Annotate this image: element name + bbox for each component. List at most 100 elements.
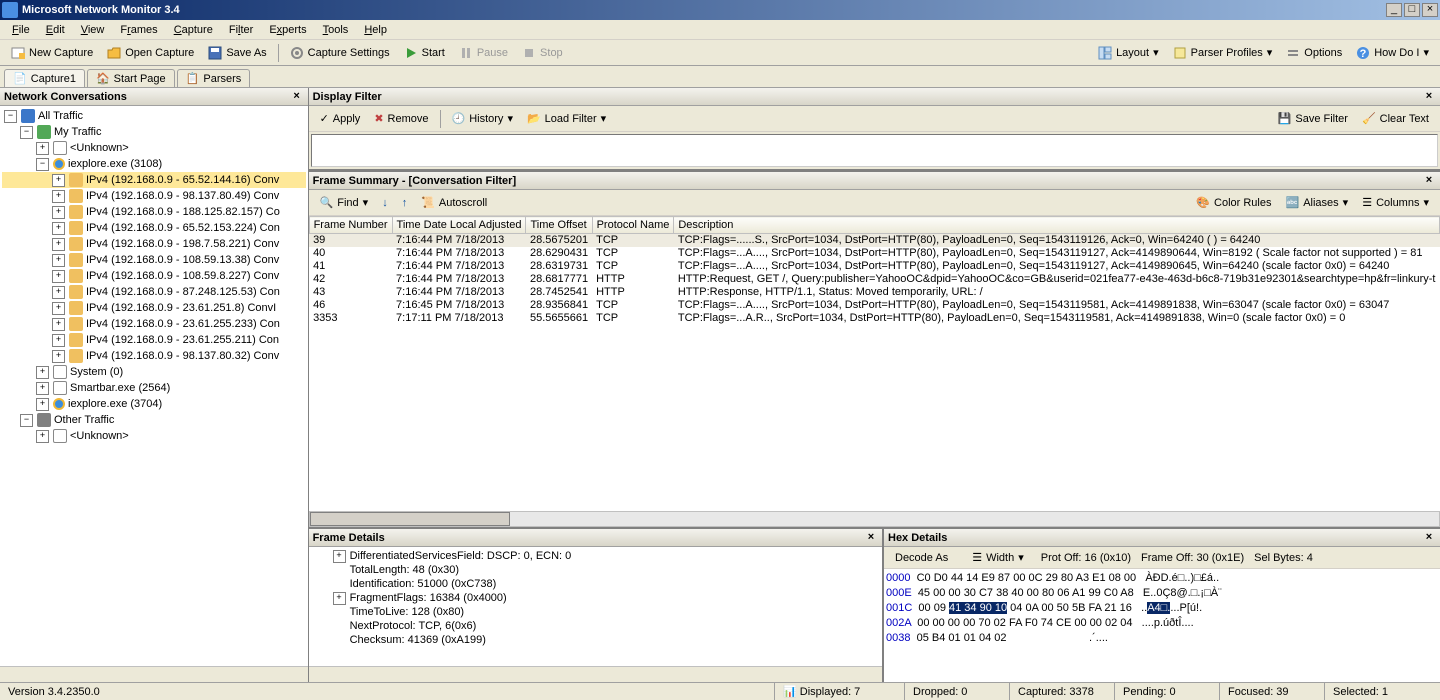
tree-conversation-item[interactable]: +IPv4 (192.168.0.9 - 198.7.58.221) Conv [2,236,306,252]
tree-conversation-item[interactable]: +IPv4 (192.168.0.9 - 87.248.125.53) Con [2,284,306,300]
hex-row[interactable]: 002A 00 00 00 00 70 02 FA F0 74 CE 00 00… [886,616,1438,631]
autoscroll-button[interactable]: 📜 Autoscroll [414,193,494,212]
hex-row[interactable]: 000E 45 00 00 30 C7 38 40 00 80 06 A1 99… [886,586,1438,601]
column-header[interactable]: Frame Number [309,217,392,234]
detail-line[interactable]: +DifferentiatedServicesField: DSCP: 0, E… [311,549,880,563]
tree-toggle[interactable]: + [36,398,49,411]
menu-experts[interactable]: Experts [261,22,314,38]
tree-toggle[interactable]: + [52,238,65,251]
arrow-down-button[interactable]: ↓ [375,194,395,212]
detail-line[interactable]: TotalLength: 48 (0x30) [311,563,880,577]
frame-details-body[interactable]: +DifferentiatedServicesField: DSCP: 0, E… [309,547,882,666]
tree-toggle[interactable]: − [4,110,17,123]
minimize-button[interactable]: _ [1386,3,1402,17]
tree-toggle[interactable]: + [36,382,49,395]
column-header[interactable]: Time Date Local Adjusted [392,217,526,234]
tree-toggle[interactable]: + [52,286,65,299]
filter-text-area[interactable] [311,134,1438,167]
tree-conversation-item[interactable]: +IPv4 (192.168.0.9 - 23.61.251.8) ConvI [2,300,306,316]
tree-toggle[interactable]: + [52,174,65,187]
tree-conversation-item[interactable]: +IPv4 (192.168.0.9 - 98.137.80.49) Conv [2,188,306,204]
menu-view[interactable]: View [73,22,113,38]
hex-row[interactable]: 001C 00 09 41 34 90 10 04 0A 00 50 5B FA… [886,601,1438,616]
capture-settings-button[interactable]: Capture Settings [283,43,397,63]
frame-details-hscroll[interactable] [309,666,882,682]
maximize-button[interactable]: □ [1404,3,1420,17]
tree-conversation-item[interactable]: +IPv4 (192.168.0.9 - 65.52.144.16) Conv [2,172,306,188]
tree-unknown[interactable]: +<Unknown> [2,140,306,156]
table-row[interactable]: 417:16:44 PM 7/18/201328.6319731TCPTCP:F… [309,260,1439,273]
detail-line[interactable]: NextProtocol: TCP, 6(0x6) [311,619,880,633]
frame-summary-hscroll[interactable] [309,511,1440,527]
apply-filter-button[interactable]: ✓ Apply [313,109,368,128]
hex-row[interactable]: 0000 C0 D0 44 14 E9 87 00 0C 29 80 A3 E1… [886,571,1438,586]
clear-text-button[interactable]: 🧹 Clear Text [1355,109,1436,128]
column-header[interactable]: Protocol Name [592,217,674,234]
menu-edit[interactable]: Edit [38,22,73,38]
tree-other-traffic[interactable]: −Other Traffic [2,412,306,428]
tree-toggle[interactable]: + [52,318,65,331]
column-header[interactable]: Description [674,217,1440,234]
tree-toggle[interactable]: − [20,126,33,139]
tree-toggle[interactable]: + [52,254,65,267]
tree-conversation-item[interactable]: +IPv4 (192.168.0.9 - 108.59.8.227) Conv [2,268,306,284]
options-button[interactable]: Options [1279,43,1349,63]
layout-button[interactable]: Layout ▾ [1091,43,1166,63]
column-header[interactable]: Time Offset [526,217,592,234]
tree-conversation-item[interactable]: +IPv4 (192.168.0.9 - 23.61.255.211) Con [2,332,306,348]
detail-line[interactable]: Checksum: 41369 (0xA199) [311,633,880,647]
tree-conversation-item[interactable]: +IPv4 (192.168.0.9 - 108.59.13.38) Conv [2,252,306,268]
tree-toggle[interactable]: + [52,334,65,347]
tab-parsers[interactable]: 📋Parsers [177,69,251,87]
tree-toggle[interactable]: + [36,430,49,443]
menu-capture[interactable]: Capture [166,22,221,38]
hex-row[interactable]: 0038 05 B4 01 01 04 02 .´.... [886,631,1438,646]
find-button[interactable]: 🔍 Find ▾ [313,193,376,212]
tree-toggle[interactable]: + [52,190,65,203]
frame-summary-table[interactable]: Frame NumberTime Date Local AdjustedTime… [309,216,1440,325]
panel-close-button[interactable]: × [864,531,878,545]
tree-iexplore-3704[interactable]: +iexplore.exe (3704) [2,396,306,412]
conversations-tree[interactable]: −All Traffic −My Traffic +<Unknown> −iex… [0,106,308,666]
close-button[interactable]: × [1422,3,1438,17]
load-filter-button[interactable]: 📂 Load Filter ▾ [520,109,613,128]
tree-conversation-item[interactable]: +IPv4 (192.168.0.9 - 98.137.80.32) Conv [2,348,306,364]
tree-toggle[interactable]: − [36,158,49,171]
history-button[interactable]: 🕘 History ▾ [445,109,520,128]
tree-conversation-item[interactable]: +IPv4 (192.168.0.9 - 23.61.255.233) Con [2,316,306,332]
tree-iexplore-3108[interactable]: −iexplore.exe (3108) [2,156,306,172]
tree-toggle[interactable]: + [36,142,49,155]
start-button[interactable]: Start [397,43,452,63]
detail-line[interactable]: Identification: 51000 (0xC738) [311,577,880,591]
tree-conversation-item[interactable]: +IPv4 (192.168.0.9 - 188.125.82.157) Co [2,204,306,220]
tree-toggle[interactable]: + [52,222,65,235]
tree-toggle[interactable]: + [52,302,65,315]
tree-system[interactable]: +System (0) [2,364,306,380]
table-row[interactable]: 407:16:44 PM 7/18/201328.6290431TCPTCP:F… [309,247,1439,260]
remove-filter-button[interactable]: ✖ Remove [367,109,435,128]
detail-line[interactable]: TimeToLive: 128 (0x80) [311,605,880,619]
panel-close-button[interactable]: × [290,90,304,104]
menu-filter[interactable]: Filter [221,22,261,38]
color-rules-button[interactable]: 🎨 Color Rules [1189,193,1278,212]
open-capture-button[interactable]: Open Capture [100,43,201,63]
new-capture-button[interactable]: New Capture [4,43,100,63]
aliases-button[interactable]: 🔤 Aliases ▾ [1278,193,1355,212]
tree-all-traffic[interactable]: −All Traffic [2,108,306,124]
table-row[interactable]: 437:16:44 PM 7/18/201328.7452541HTTPHTTP… [309,286,1439,299]
menu-file[interactable]: File [4,22,38,38]
tree-unknown2[interactable]: +<Unknown> [2,428,306,444]
tree-conversation-item[interactable]: +IPv4 (192.168.0.9 - 65.52.153.224) Con [2,220,306,236]
tree-toggle[interactable]: − [20,414,33,427]
parser-profiles-button[interactable]: Parser Profiles ▾ [1166,43,1280,63]
table-row[interactable]: 467:16:45 PM 7/18/201328.9356841TCPTCP:F… [309,299,1439,312]
panel-close-button[interactable]: × [1422,531,1436,545]
tab-start-page[interactable]: 🏠Start Page [87,69,175,87]
arrow-up-button[interactable]: ↑ [395,194,415,212]
decode-as-button[interactable]: Decode As [888,549,955,567]
panel-close-button[interactable]: × [1422,90,1436,104]
tree-toggle[interactable]: + [333,550,346,563]
hex-body[interactable]: 0000 C0 D0 44 14 E9 87 00 0C 29 80 A3 E1… [884,569,1440,682]
how-do-i-button[interactable]: ?How Do I ▾ [1349,43,1436,63]
tree-toggle[interactable]: + [52,270,65,283]
